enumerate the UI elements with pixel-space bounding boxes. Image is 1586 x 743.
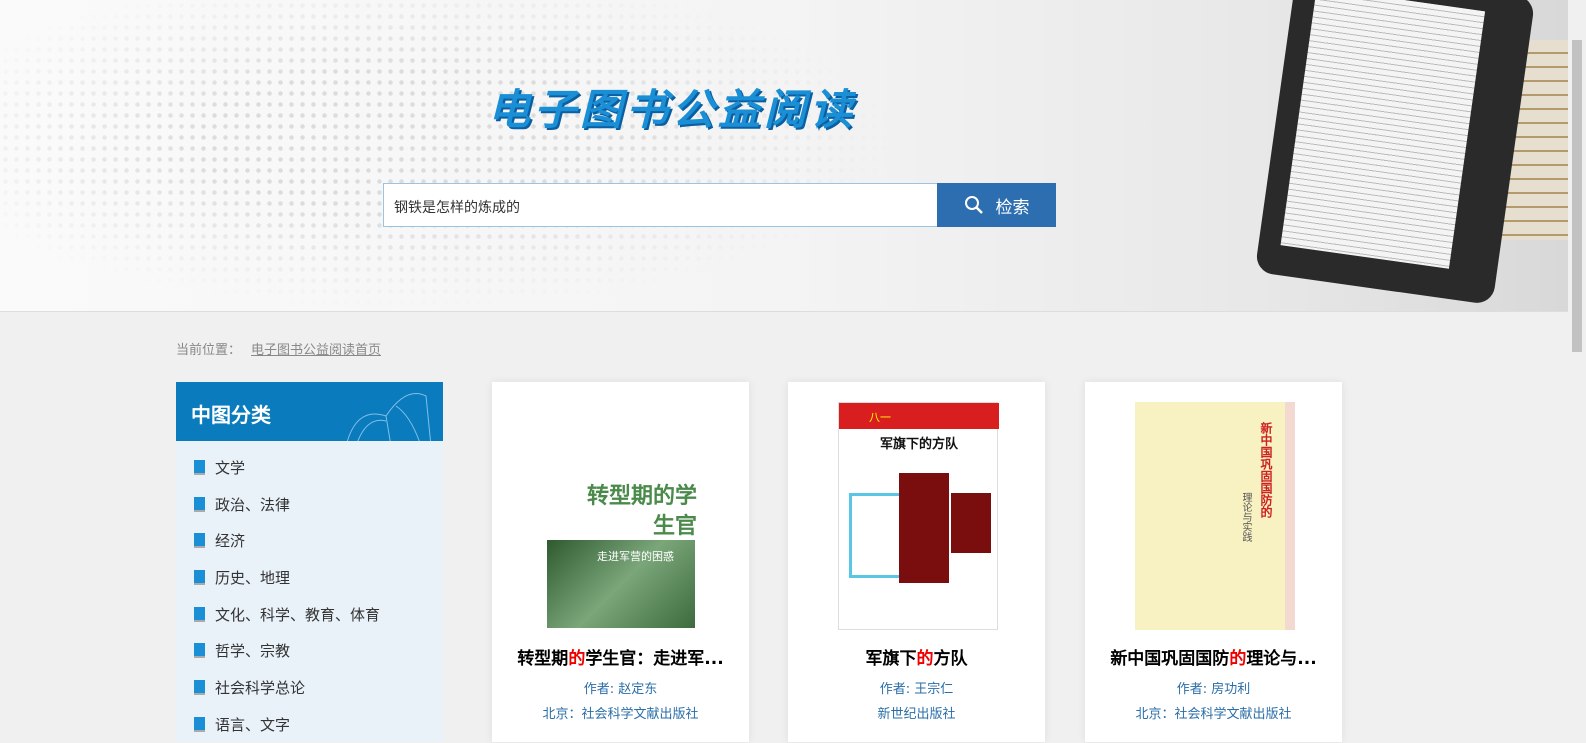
scrollbar-thumb[interactable]	[1572, 40, 1582, 352]
book-publisher: 新世纪出版社	[877, 707, 956, 722]
breadcrumb: 当前位置： 电子图书公益阅读首页	[176, 339, 381, 358]
site-title: 电子图书公益阅读	[488, 85, 857, 134]
search-icon	[964, 196, 983, 214]
category-sidebar: 中图分类 文学 政治、法律 经济 历史、地理 文化、科学、教育、体育 哲学、宗教…	[176, 382, 443, 742]
cover-banner: 八一	[839, 403, 999, 429]
search-button[interactable]: 检索	[937, 183, 1056, 227]
category-label: 哲学、宗教	[215, 642, 291, 661]
category-label: 文学	[215, 458, 246, 477]
category-label: 文化、科学、教育、体育	[215, 605, 381, 624]
category-item[interactable]: 语言、文字	[176, 706, 443, 743]
book-author: 作者: 房功利	[1176, 682, 1251, 697]
book-publisher: 北京：社会科学文献出版社	[542, 707, 699, 722]
category-label: 政治、法律	[215, 495, 291, 514]
category-label: 社会科学总论	[215, 678, 306, 697]
cover-title: 转型期的学生官	[586, 484, 697, 539]
category-label: 语言、文字	[215, 715, 291, 734]
category-item[interactable]: 哲学、宗教	[176, 632, 443, 669]
open-book-icon	[346, 393, 432, 441]
book-author: 作者: 王宗仁	[879, 682, 954, 697]
breadcrumb-label: 当前位置：	[176, 343, 242, 358]
category-item[interactable]: 政治、法律	[176, 486, 443, 523]
book-title[interactable]: 转型期的学生官：走进军...	[492, 644, 749, 669]
category-item[interactable]: 文化、科学、教育、体育	[176, 596, 443, 633]
category-item[interactable]: 历史、地理	[176, 559, 443, 596]
book-title[interactable]: 新中国巩固国防的理论与...	[1085, 644, 1342, 669]
book-icon	[194, 679, 205, 695]
world-map-dots	[0, 0, 900, 311]
book-icon	[194, 606, 205, 622]
book-card[interactable]: 转型期的学生官 走进军营的困惑 转型期的学生官：走进军... 作者: 赵定东 北…	[492, 382, 749, 742]
book-card[interactable]: 八一 军旗下的方队 军旗下的方队 作者: 王宗仁 新世纪出版社	[788, 382, 1045, 742]
sidebar-header: 中图分类	[176, 382, 443, 441]
book-icon	[194, 569, 205, 585]
sidebar-title: 中图分类	[191, 403, 271, 427]
book-cover[interactable]: 八一 军旗下的方队	[838, 402, 999, 630]
book-icon	[194, 496, 205, 512]
book-icon	[194, 533, 205, 549]
book-author: 作者: 赵定东	[583, 682, 658, 697]
category-item[interactable]: 文学	[176, 449, 443, 486]
category-item[interactable]: 经济	[176, 522, 443, 559]
cover-title: 军旗下的方队	[879, 437, 958, 452]
book-icon	[194, 459, 205, 475]
search-button-label: 检索	[995, 197, 1030, 218]
category-item[interactable]: 社会科学总论	[176, 669, 443, 706]
cover-title: 新中国巩固国防的	[1259, 422, 1273, 518]
ereader-image	[1254, 0, 1536, 306]
book-icon	[194, 716, 205, 732]
breadcrumb-home-link[interactable]: 电子图书公益阅读首页	[251, 343, 381, 358]
book-title[interactable]: 军旗下的方队	[788, 644, 1045, 669]
book-cover[interactable]: 转型期的学生官 走进军营的困惑	[542, 402, 702, 630]
header-banner: 电子图书公益阅读	[0, 0, 1568, 312]
cover-subtitle: 理论与实践	[1240, 492, 1251, 542]
book-card[interactable]: 新中国巩固国防的 理论与实践 新中国巩固国防的理论与... 作者: 房功利 北京…	[1085, 382, 1342, 742]
search-input[interactable]: 钢铁是怎样的炼成的	[383, 183, 939, 227]
book-icon	[194, 643, 205, 659]
book-cover[interactable]: 新中国巩固国防的 理论与实践	[1135, 402, 1295, 630]
book-publisher: 北京：社会科学文献出版社	[1135, 707, 1292, 722]
cover-subtitle: 走进军营的困惑	[547, 540, 695, 628]
category-label: 经济	[215, 532, 246, 551]
category-label: 历史、地理	[215, 568, 291, 587]
